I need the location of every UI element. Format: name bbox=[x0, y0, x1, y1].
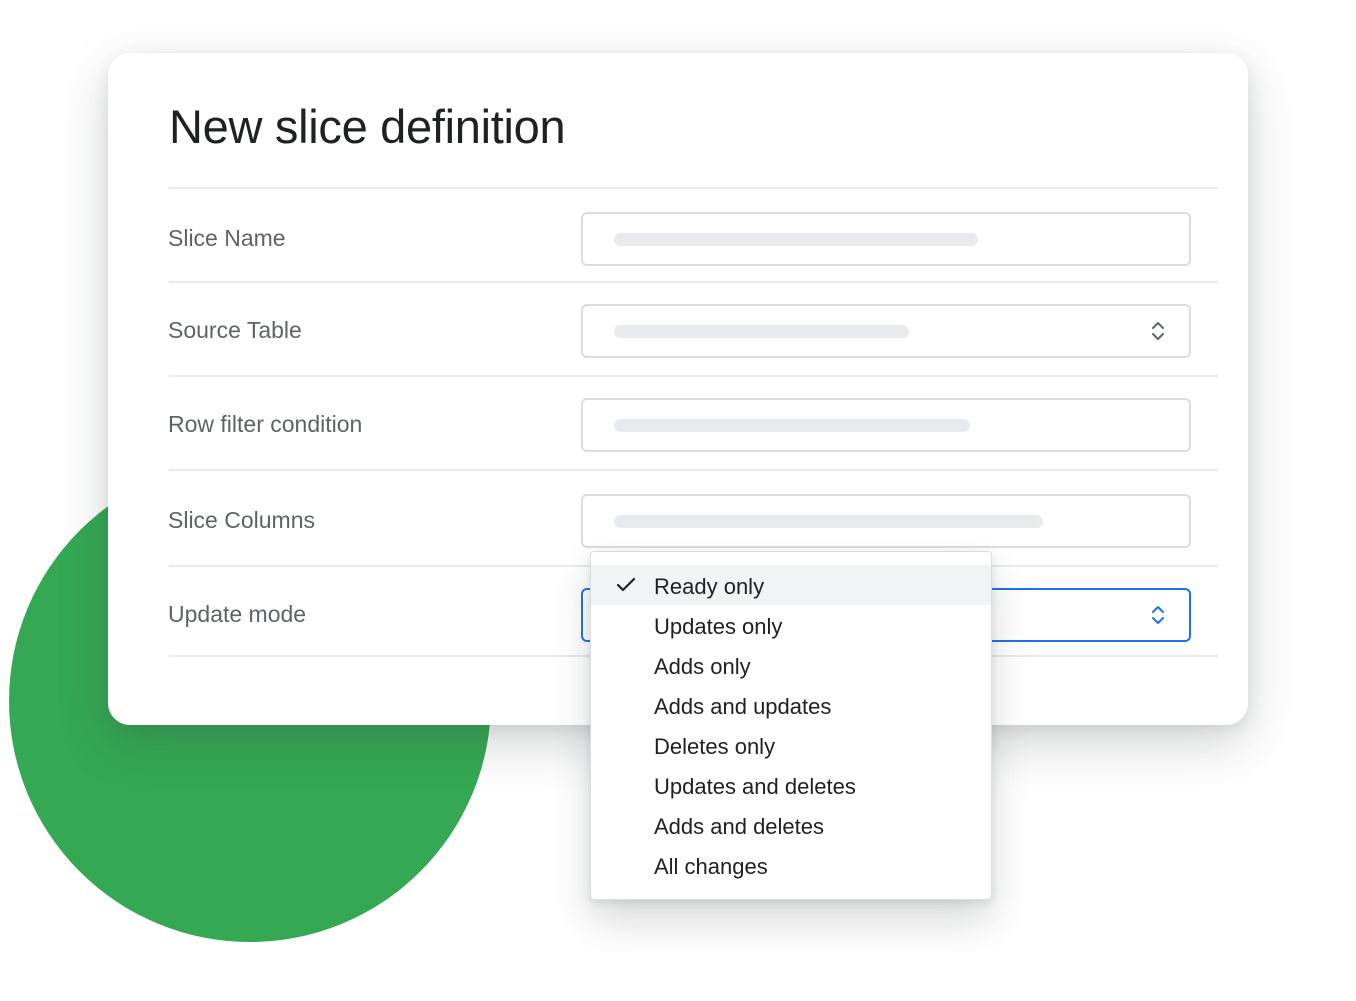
update-mode-label: Update mode bbox=[168, 601, 307, 627]
dialog-title: New slice definition bbox=[169, 100, 566, 153]
placeholder-bar bbox=[614, 233, 978, 246]
menu-item-label: Deletes only bbox=[654, 734, 776, 759]
slice-columns-label: Slice Columns bbox=[168, 507, 315, 533]
menu-item-updates-and-deletes[interactable]: Updates and deletes bbox=[591, 765, 991, 805]
slice-name-input[interactable] bbox=[581, 212, 1191, 266]
menu-item-adds-and-deletes[interactable]: Adds and deletes bbox=[591, 805, 991, 845]
menu-item-deletes-only[interactable]: Deletes only bbox=[591, 725, 991, 765]
row-filter-input[interactable] bbox=[581, 398, 1191, 452]
row-filter-label: Row filter condition bbox=[168, 411, 363, 437]
update-mode-dropdown-menu: Ready only Updates only Adds only Adds a… bbox=[590, 551, 992, 900]
slice-name-label: Slice Name bbox=[168, 225, 286, 251]
placeholder-bar bbox=[614, 419, 970, 432]
placeholder-bar bbox=[614, 325, 909, 338]
unfold-arrows-icon bbox=[1152, 322, 1164, 340]
check-icon bbox=[616, 577, 636, 592]
divider bbox=[169, 187, 1218, 189]
source-table-label: Source Table bbox=[168, 317, 302, 343]
slice-columns-input[interactable] bbox=[581, 494, 1191, 548]
menu-item-updates-only[interactable]: Updates only bbox=[591, 605, 991, 645]
menu-item-label: Adds and updates bbox=[654, 694, 832, 719]
source-table-select[interactable] bbox=[581, 304, 1191, 358]
menu-item-label: Updates and deletes bbox=[654, 774, 856, 799]
menu-item-all-changes[interactable]: All changes bbox=[591, 845, 991, 885]
divider bbox=[169, 281, 1218, 283]
menu-item-label: Updates only bbox=[654, 614, 783, 639]
divider bbox=[169, 375, 1218, 377]
menu-item-label: Adds only bbox=[654, 654, 751, 679]
placeholder-bar bbox=[614, 515, 1043, 528]
menu-item-label: All changes bbox=[654, 854, 768, 879]
menu-item-adds-only[interactable]: Adds only bbox=[591, 645, 991, 685]
menu-item-ready-only[interactable]: Ready only bbox=[591, 565, 991, 605]
divider bbox=[169, 469, 1218, 471]
menu-item-label: Ready only bbox=[654, 574, 765, 599]
menu-item-adds-and-updates[interactable]: Adds and updates bbox=[591, 685, 991, 725]
unfold-arrows-icon bbox=[1152, 606, 1164, 624]
menu-item-label: Adds and deletes bbox=[654, 814, 825, 839]
